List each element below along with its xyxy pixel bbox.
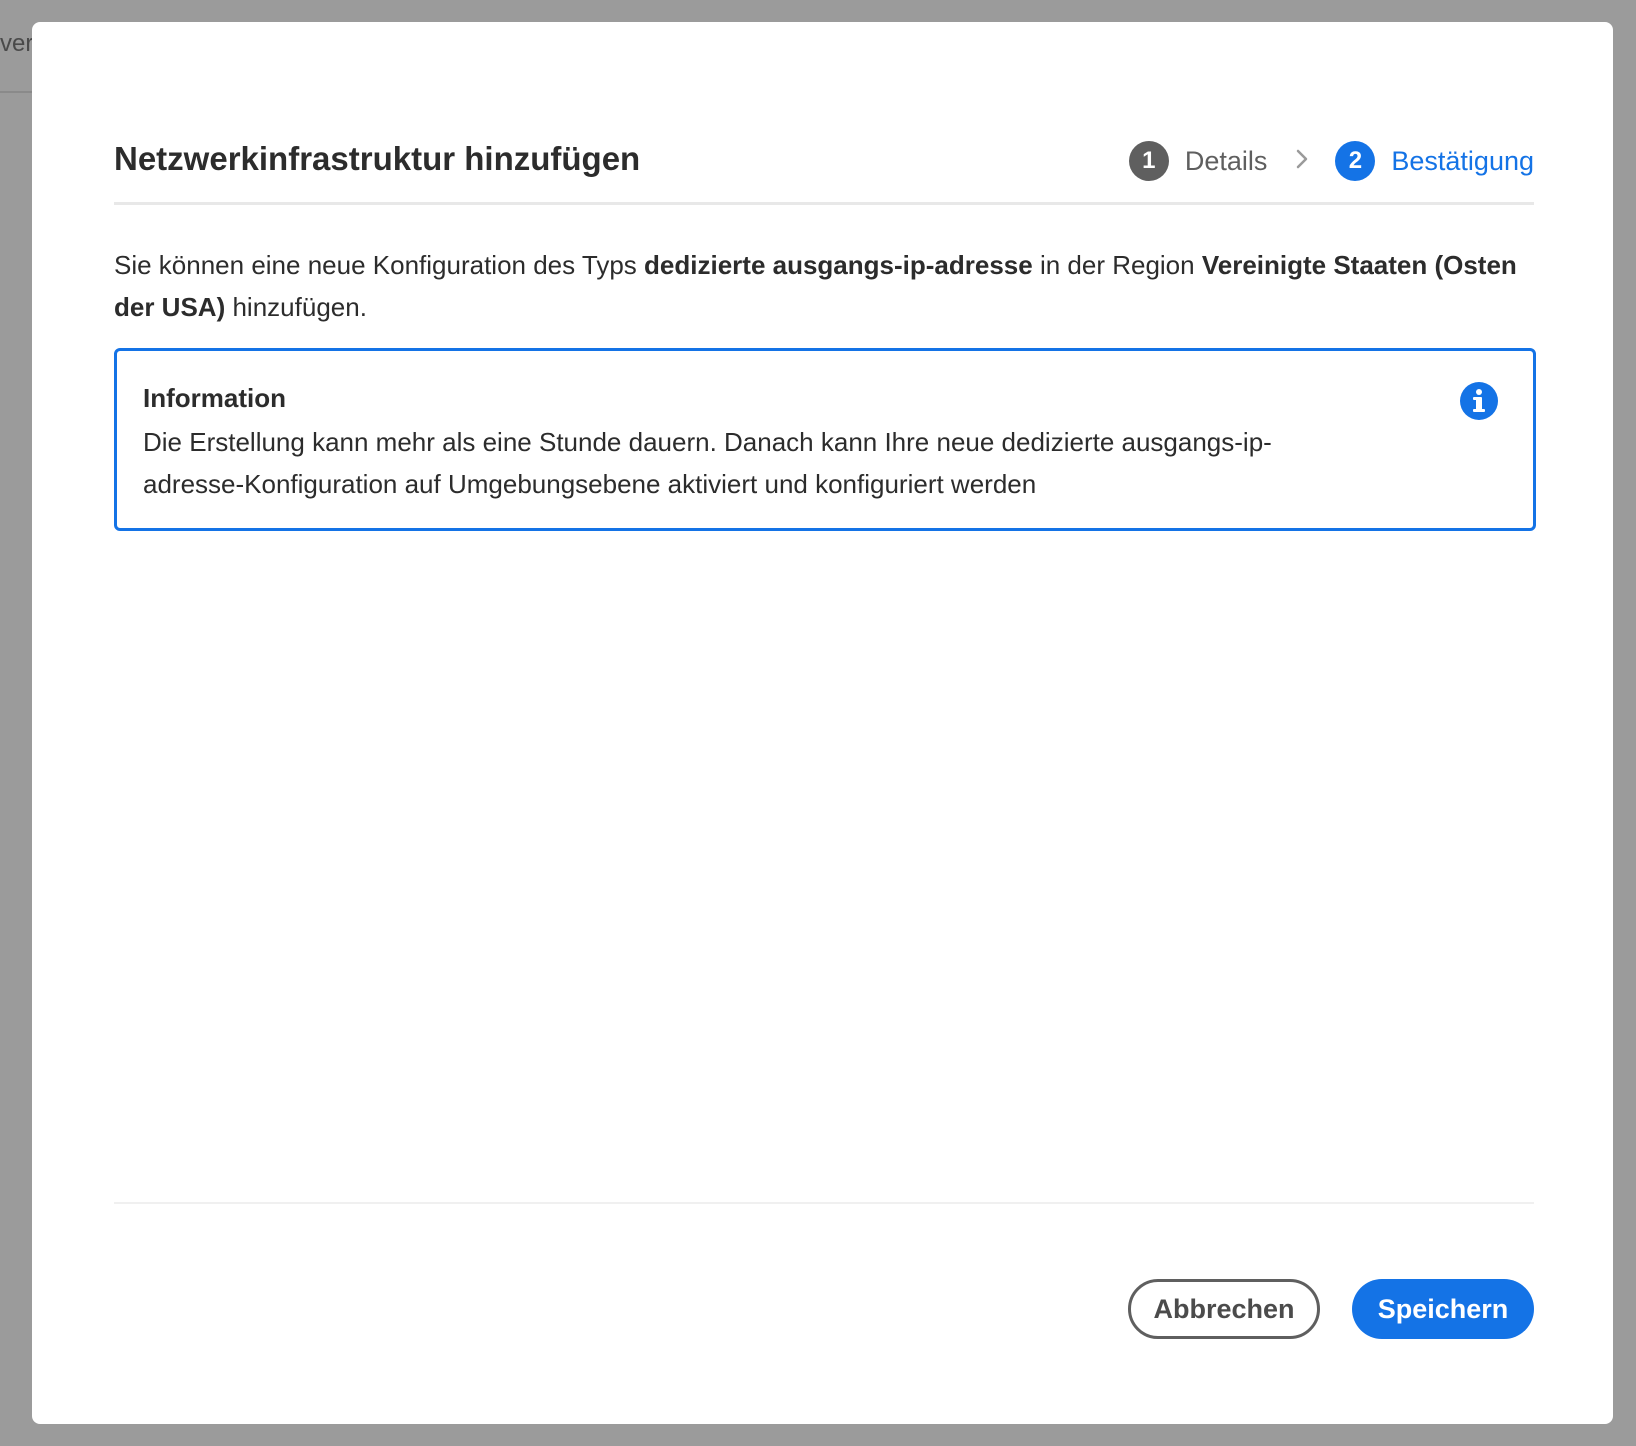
info-text: Die Erstellung kann mehr als eine Stunde…: [143, 427, 1272, 499]
stepper: 1 Details 2 Bestätigung: [1128, 140, 1534, 182]
cancel-button[interactable]: Abbrechen: [1128, 1279, 1320, 1339]
step-1-label[interactable]: Details: [1185, 146, 1268, 177]
step-2-number: 2: [1335, 141, 1376, 181]
dialog-header: Netzwerkinfrastruktur hinzufügen 1 Detai…: [114, 122, 1534, 182]
step-2-label: Bestätigung: [1391, 145, 1534, 176]
step-1-number: 1: [1128, 141, 1169, 181]
info-alert: Information Die Erstellung kann mehr als…: [114, 348, 1536, 531]
add-network-infrastructure-dialog: Netzwerkinfrastruktur hinzufügen 1 Detai…: [32, 22, 1613, 1424]
info-icon: [1459, 381, 1499, 421]
save-button[interactable]: Speichern: [1352, 1279, 1534, 1339]
footer-divider: [114, 1202, 1534, 1204]
dialog-title: Netzwerkinfrastruktur hinzufügen: [114, 140, 641, 177]
intro-part-1: Sie können eine neue Konfiguration des T…: [114, 250, 645, 280]
header-divider: [114, 202, 1534, 205]
intro-type: dedizierte ausgangs-ip-adresse: [644, 250, 1033, 280]
background-partial-text: ver: [0, 30, 34, 57]
intro-text: Sie können eine neue Konfiguration des T…: [114, 244, 1534, 328]
info-title: Information: [143, 383, 286, 413]
intro-part-3: hinzufügen.: [225, 292, 367, 322]
chevron-right-icon: [1295, 146, 1309, 177]
intro-part-2: in der Region: [1032, 250, 1202, 280]
